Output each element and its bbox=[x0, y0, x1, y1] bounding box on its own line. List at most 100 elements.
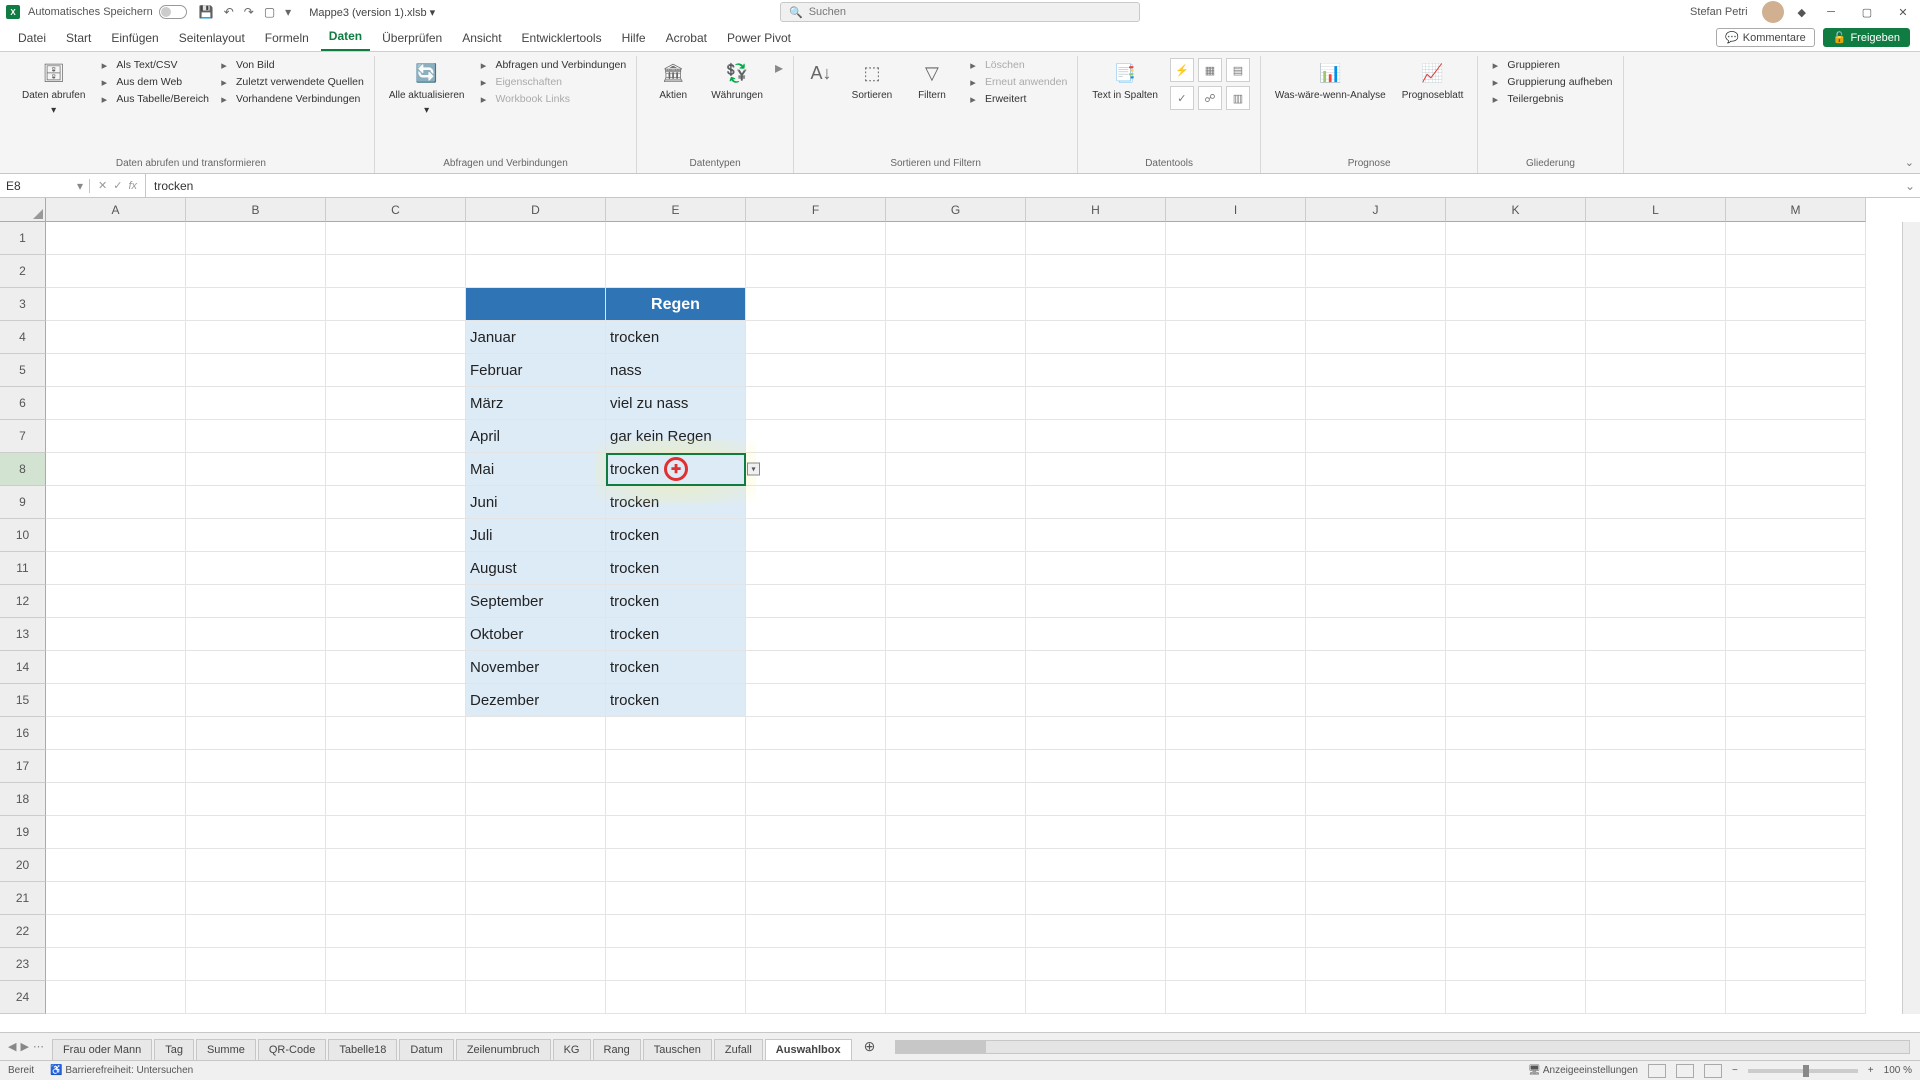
sheet-tab[interactable]: KG bbox=[553, 1039, 591, 1060]
row-header-24[interactable]: 24 bbox=[0, 981, 46, 1014]
cell-D5[interactable]: Februar bbox=[466, 354, 606, 387]
cell-H13[interactable] bbox=[1026, 618, 1166, 651]
currencies-button[interactable]: 💱Währungen bbox=[707, 58, 767, 103]
expand-formula-icon[interactable]: ⌄ bbox=[1900, 179, 1920, 193]
cell-J9[interactable] bbox=[1306, 486, 1446, 519]
cell-A15[interactable] bbox=[46, 684, 186, 717]
relations-icon[interactable]: ☍ bbox=[1198, 86, 1222, 110]
cell-M12[interactable] bbox=[1726, 585, 1866, 618]
cell-C8[interactable] bbox=[326, 453, 466, 486]
cell-J2[interactable] bbox=[1306, 255, 1446, 288]
cell-D11[interactable]: August bbox=[466, 552, 606, 585]
cell-D3[interactable] bbox=[466, 288, 606, 321]
col-header-M[interactable]: M bbox=[1726, 198, 1866, 222]
cell-H16[interactable] bbox=[1026, 717, 1166, 750]
flashfill-icon[interactable]: ⚡ bbox=[1170, 58, 1194, 82]
cell-L24[interactable] bbox=[1586, 981, 1726, 1014]
sheet-tab[interactable]: Summe bbox=[196, 1039, 256, 1060]
cell-C2[interactable] bbox=[326, 255, 466, 288]
cell-I1[interactable] bbox=[1166, 222, 1306, 255]
cell-K22[interactable] bbox=[1446, 915, 1586, 948]
cell-G18[interactable] bbox=[886, 783, 1026, 816]
add-sheet-button[interactable]: ⊕ bbox=[854, 1034, 886, 1059]
cell-J12[interactable] bbox=[1306, 585, 1446, 618]
cell-C12[interactable] bbox=[326, 585, 466, 618]
cell-J8[interactable] bbox=[1306, 453, 1446, 486]
cell-K24[interactable] bbox=[1446, 981, 1586, 1014]
cell-M8[interactable] bbox=[1726, 453, 1866, 486]
row-header-19[interactable]: 19 bbox=[0, 816, 46, 849]
cell-L21[interactable] bbox=[1586, 882, 1726, 915]
cell-E14[interactable]: trocken bbox=[606, 651, 746, 684]
zoom-slider[interactable] bbox=[1748, 1069, 1858, 1073]
cell-L4[interactable] bbox=[1586, 321, 1726, 354]
autosave-toggle[interactable]: Automatisches Speichern bbox=[28, 5, 187, 19]
whatif-button[interactable]: 📊Was-wäre-wenn-Analyse bbox=[1271, 58, 1390, 103]
cell-L2[interactable] bbox=[1586, 255, 1726, 288]
cell-I22[interactable] bbox=[1166, 915, 1306, 948]
sort-button[interactable]: ⬚Sortieren bbox=[846, 58, 898, 103]
cell-A1[interactable] bbox=[46, 222, 186, 255]
ribbon-item[interactable]: ▸Vorhandene Verbindungen bbox=[217, 92, 364, 106]
cell-G3[interactable] bbox=[886, 288, 1026, 321]
refresh-all-button[interactable]: 🔄Alle aktualisieren▾ bbox=[385, 58, 469, 118]
cell-D12[interactable]: September bbox=[466, 585, 606, 618]
cell-B15[interactable] bbox=[186, 684, 326, 717]
sheet-tab[interactable]: Zufall bbox=[714, 1039, 763, 1060]
cell-B16[interactable] bbox=[186, 717, 326, 750]
cell-E7[interactable]: gar kein Regen bbox=[606, 420, 746, 453]
ribbon-item[interactable]: ▸Aus dem Web bbox=[97, 75, 209, 89]
cell-B6[interactable] bbox=[186, 387, 326, 420]
cell-E20[interactable] bbox=[606, 849, 746, 882]
cell-K15[interactable] bbox=[1446, 684, 1586, 717]
cell-C22[interactable] bbox=[326, 915, 466, 948]
cell-F4[interactable] bbox=[746, 321, 886, 354]
col-header-D[interactable]: D bbox=[466, 198, 606, 222]
cell-G12[interactable] bbox=[886, 585, 1026, 618]
cell-H7[interactable] bbox=[1026, 420, 1166, 453]
cell-M1[interactable] bbox=[1726, 222, 1866, 255]
formula-input[interactable]: trocken bbox=[146, 179, 1900, 193]
cell-G24[interactable] bbox=[886, 981, 1026, 1014]
comments-button[interactable]: 💬 Kommentare bbox=[1716, 28, 1815, 47]
ribbon-item[interactable]: ▸Workbook Links bbox=[476, 92, 626, 106]
get-data-button[interactable]: 🗄Daten abrufen▾ bbox=[18, 58, 89, 118]
cell-B21[interactable] bbox=[186, 882, 326, 915]
cell-B19[interactable] bbox=[186, 816, 326, 849]
dropdown-icon[interactable]: ▾ bbox=[747, 463, 760, 476]
ribbon-tab-datei[interactable]: Datei bbox=[10, 26, 54, 51]
cell-L11[interactable] bbox=[1586, 552, 1726, 585]
cell-K9[interactable] bbox=[1446, 486, 1586, 519]
cell-A24[interactable] bbox=[46, 981, 186, 1014]
cell-E3[interactable]: Regen bbox=[606, 288, 746, 321]
cell-E5[interactable]: nass bbox=[606, 354, 746, 387]
cell-I24[interactable] bbox=[1166, 981, 1306, 1014]
cell-K12[interactable] bbox=[1446, 585, 1586, 618]
cell-M13[interactable] bbox=[1726, 618, 1866, 651]
cell-M3[interactable] bbox=[1726, 288, 1866, 321]
cell-B10[interactable] bbox=[186, 519, 326, 552]
vertical-scrollbar[interactable] bbox=[1902, 222, 1920, 1014]
cell-E16[interactable] bbox=[606, 717, 746, 750]
cell-G14[interactable] bbox=[886, 651, 1026, 684]
share-button[interactable]: 🔓 Freigeben bbox=[1823, 28, 1910, 47]
cell-G1[interactable] bbox=[886, 222, 1026, 255]
stocks-button[interactable]: 🏛Aktien bbox=[647, 58, 699, 103]
cell-F18[interactable] bbox=[746, 783, 886, 816]
cell-B1[interactable] bbox=[186, 222, 326, 255]
cell-G5[interactable] bbox=[886, 354, 1026, 387]
sheet-next-icon[interactable]: ▶ bbox=[20, 1040, 28, 1053]
cell-C1[interactable] bbox=[326, 222, 466, 255]
cell-L18[interactable] bbox=[1586, 783, 1726, 816]
cell-I20[interactable] bbox=[1166, 849, 1306, 882]
cell-K14[interactable] bbox=[1446, 651, 1586, 684]
cell-E15[interactable]: trocken bbox=[606, 684, 746, 717]
cell-L17[interactable] bbox=[1586, 750, 1726, 783]
cell-H2[interactable] bbox=[1026, 255, 1166, 288]
cell-I15[interactable] bbox=[1166, 684, 1306, 717]
cell-D24[interactable] bbox=[466, 981, 606, 1014]
cell-A14[interactable] bbox=[46, 651, 186, 684]
sheet-tab[interactable]: Datum bbox=[399, 1039, 453, 1060]
cell-H1[interactable] bbox=[1026, 222, 1166, 255]
cell-F10[interactable] bbox=[746, 519, 886, 552]
